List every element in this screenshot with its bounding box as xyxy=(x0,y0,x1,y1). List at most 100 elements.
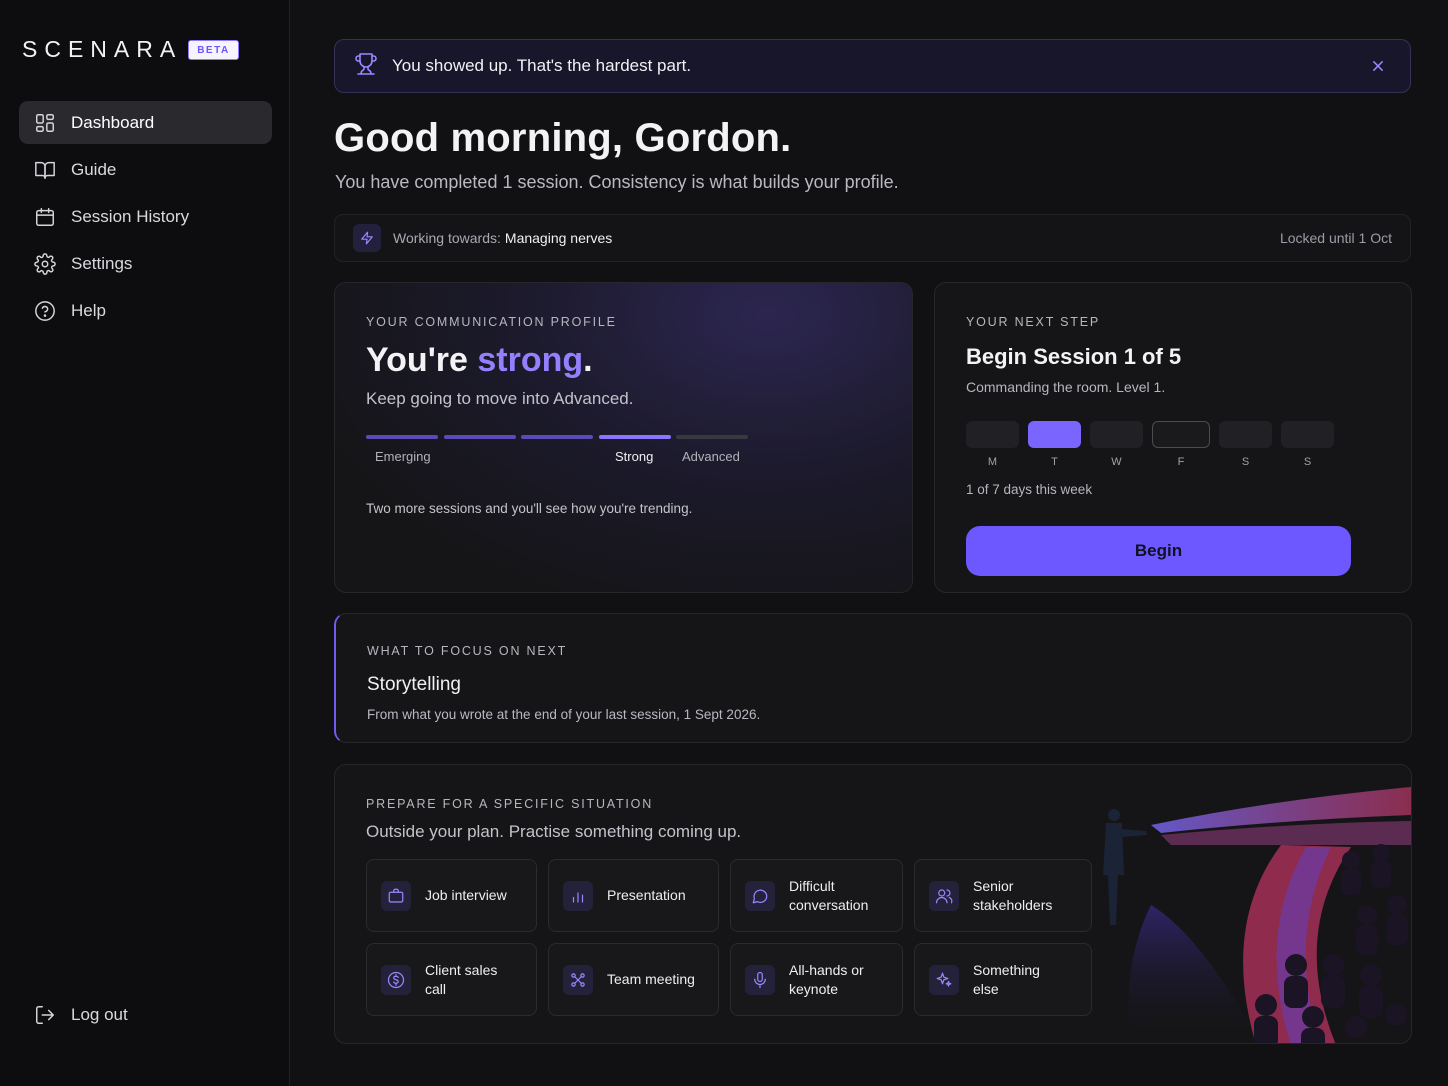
goal-lock-status: Locked until 1 Oct xyxy=(1279,230,1392,246)
sidebar-item-dashboard[interactable]: Dashboard xyxy=(19,101,272,144)
day-tuesday: T xyxy=(1028,421,1081,468)
situation-team-meeting[interactable]: Team meeting xyxy=(548,943,719,1016)
lightning-icon xyxy=(353,224,381,252)
logout-icon xyxy=(34,1004,56,1026)
sidebar-item-help[interactable]: Help xyxy=(19,289,272,332)
week-tracker: M T W F S S xyxy=(966,421,1343,468)
situation-label: Something else xyxy=(973,961,1040,997)
sidebar-item-label: Dashboard xyxy=(71,112,155,132)
day-indicator xyxy=(1281,421,1334,448)
profile-title-prefix: You're xyxy=(366,341,478,379)
level-label-advanced: Advanced xyxy=(682,449,740,464)
situation-label: Client sales call xyxy=(425,961,498,997)
begin-button[interactable]: Begin xyxy=(966,526,1351,576)
prepare-subtitle: Outside your plan. Practise something co… xyxy=(366,822,742,841)
profile-title-suffix: . xyxy=(583,341,593,379)
profile-title: You're strong. xyxy=(366,341,593,380)
close-icon[interactable] xyxy=(1368,56,1388,76)
book-icon xyxy=(34,159,56,181)
goal-label: Working towards: xyxy=(393,230,501,246)
level-label-emerging: Emerging xyxy=(375,449,431,464)
situation-all-hands-keynote[interactable]: All-hands or keynote xyxy=(730,943,903,1016)
progress-segment xyxy=(521,435,593,439)
goal-value: Managing nerves xyxy=(504,230,613,246)
situation-label: Team meeting xyxy=(607,971,695,987)
calendar-icon xyxy=(34,206,56,228)
prepare-eyebrow: Prepare for a specific situation xyxy=(366,797,654,811)
sidebar-item-guide[interactable]: Guide xyxy=(19,148,272,191)
achievement-banner: You showed up. That's the hardest part. xyxy=(334,39,1411,93)
bar-chart-icon xyxy=(563,880,593,911)
next-step-subtitle: Commanding the room. Level 1. xyxy=(966,379,1166,395)
next-step-title: Begin Session 1 of 5 xyxy=(966,344,1182,369)
day-indicator-today xyxy=(1152,421,1210,448)
situation-job-interview[interactable]: Job interview xyxy=(366,859,537,932)
progress-segment xyxy=(366,435,438,439)
sidebar-item-label: Session History xyxy=(71,206,190,226)
profile-progress xyxy=(366,435,754,439)
goal-bar: Working towards: Managing nerves Locked … xyxy=(334,214,1411,262)
sidebar: SCENARA BETA Dashboard Guide Session His… xyxy=(0,0,290,1086)
brand: SCENARA BETA xyxy=(22,36,239,63)
sidebar-item-label: Help xyxy=(71,300,106,320)
brand-logo: SCENARA xyxy=(22,36,183,62)
day-friday: F xyxy=(1152,421,1210,468)
focus-eyebrow: What to focus on next xyxy=(367,644,568,658)
day-label: S xyxy=(1303,456,1312,468)
situation-senior-stakeholders[interactable]: Senior stakeholders xyxy=(914,859,1092,932)
week-progress-text: 1 of 7 days this week xyxy=(966,482,1093,497)
situation-label: All-hands or keynote xyxy=(789,961,864,997)
logout-label: Log out xyxy=(71,1005,128,1024)
day-label: T xyxy=(1051,456,1058,468)
day-monday: M xyxy=(966,421,1019,468)
sparkle-icon xyxy=(929,964,959,995)
level-label-strong: Strong xyxy=(615,449,654,464)
day-indicator xyxy=(1219,421,1272,448)
progress-segment xyxy=(676,435,748,439)
briefcase-icon xyxy=(381,880,411,911)
network-icon xyxy=(563,964,593,995)
situation-label: Presentation xyxy=(607,887,686,903)
dashboard-icon xyxy=(34,112,56,134)
chat-icon xyxy=(745,880,775,911)
sidebar-item-label: Guide xyxy=(71,159,117,179)
communication-profile-card: Your communication profile You're strong… xyxy=(334,282,913,593)
gear-icon xyxy=(34,252,56,275)
help-icon xyxy=(34,300,56,322)
situation-something-else[interactable]: Something else xyxy=(914,943,1092,1016)
sidebar-item-session-history[interactable]: Session History xyxy=(19,195,272,238)
situation-label: Difficult conversation xyxy=(789,877,869,913)
banner-text: You showed up. That's the hardest part. xyxy=(392,56,692,75)
focus-note: From what you wrote at the end of your l… xyxy=(367,707,761,722)
situation-label: Job interview xyxy=(425,887,507,903)
day-wednesday: W xyxy=(1090,421,1143,468)
situation-difficult-conversation[interactable]: Difficult conversation xyxy=(730,859,903,932)
profile-subtitle: Keep going to move into Advanced. xyxy=(366,389,634,408)
page-title: Good morning, Gordon. xyxy=(334,116,792,160)
day-label: M xyxy=(987,456,998,468)
beta-badge: BETA xyxy=(188,39,239,60)
day-sunday: S xyxy=(1281,421,1334,468)
situation-label: Senior stakeholders xyxy=(973,877,1053,913)
next-step-eyebrow: Your next step xyxy=(966,315,1101,329)
focus-title: Storytelling xyxy=(367,674,461,695)
day-label: W xyxy=(1111,456,1122,468)
progress-segment-current xyxy=(598,435,671,439)
focus-next-card: What to focus on next Storytelling From … xyxy=(334,613,1412,743)
profile-level-highlight: strong xyxy=(477,341,584,379)
sidebar-item-settings[interactable]: Settings xyxy=(19,242,272,285)
sidebar-nav: Dashboard Guide Session History Settings… xyxy=(19,101,272,336)
page-subtitle: You have completed 1 session. Consistenc… xyxy=(335,172,899,192)
profile-note: Two more sessions and you'll see how you… xyxy=(366,501,693,516)
sidebar-item-label: Settings xyxy=(71,253,133,273)
day-indicator xyxy=(966,421,1019,448)
prepare-situation-card: Prepare for a specific situation Outside… xyxy=(334,764,1412,1044)
day-indicator xyxy=(1090,421,1143,448)
day-indicator-done xyxy=(1028,421,1081,448)
users-icon xyxy=(929,880,959,911)
situation-client-sales-call[interactable]: Client sales call xyxy=(366,943,537,1016)
profile-eyebrow: Your communication profile xyxy=(366,315,617,329)
logout-button[interactable]: Log out xyxy=(34,1004,128,1026)
situation-presentation[interactable]: Presentation xyxy=(548,859,719,932)
dollar-icon xyxy=(381,964,411,995)
